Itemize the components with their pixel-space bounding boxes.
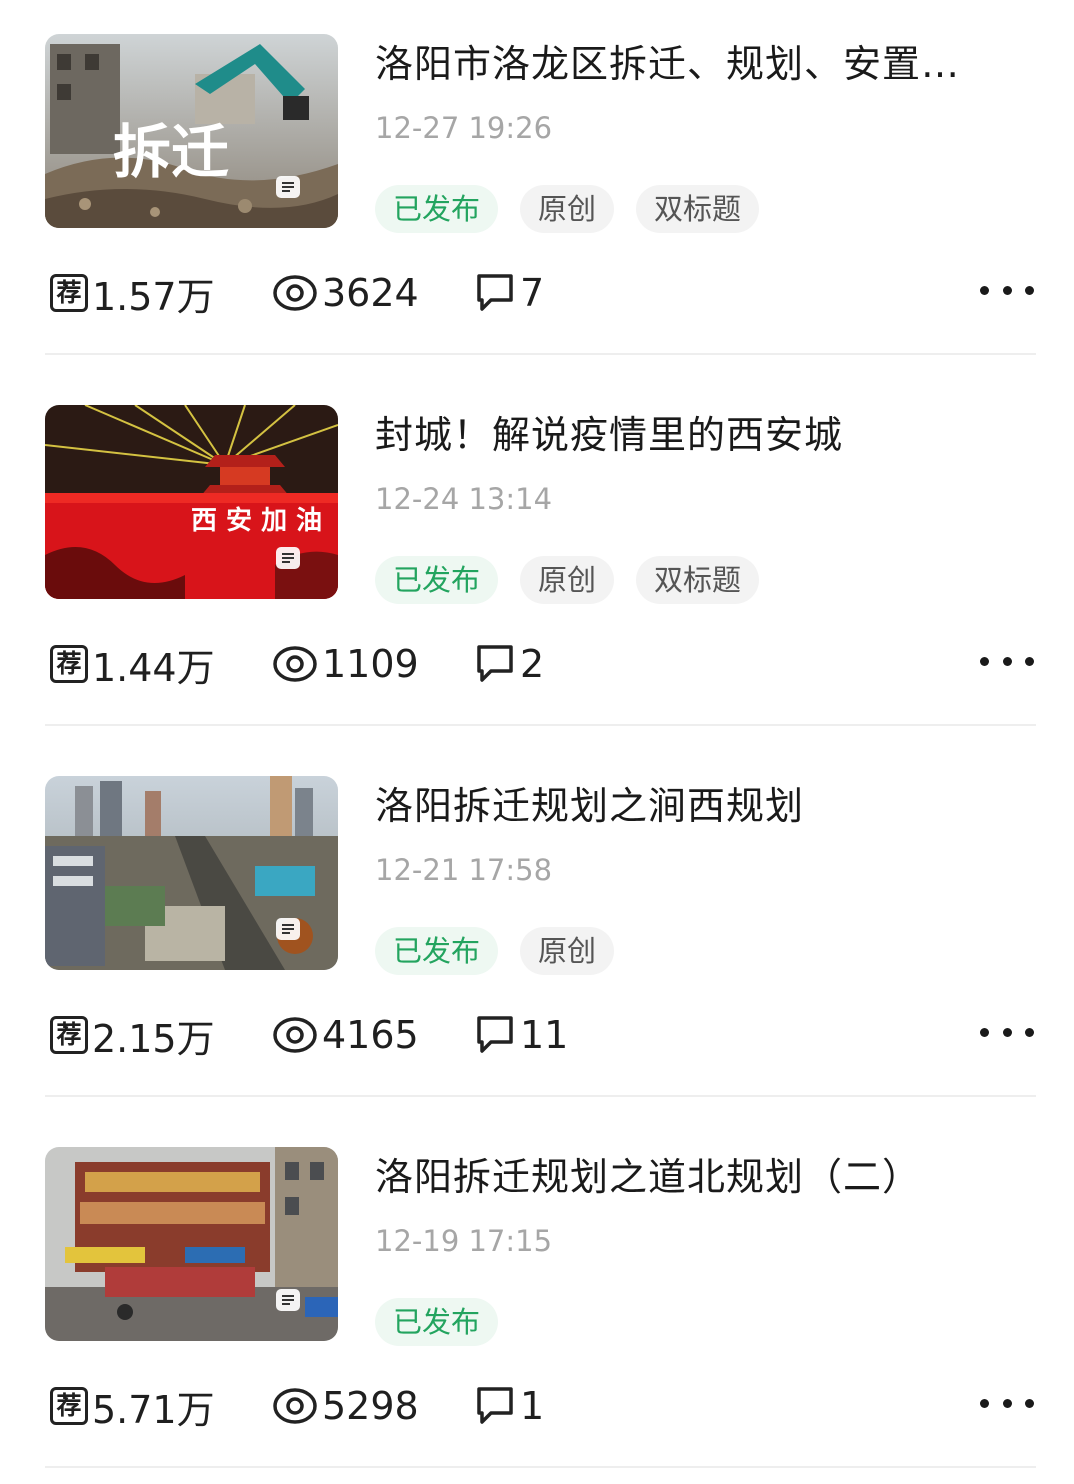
comment-icon	[477, 1387, 513, 1424]
views-count: 5298	[322, 1384, 419, 1428]
article-stats: 荐 5.71万 5298 1	[0, 1376, 1074, 1436]
views-count: 3624	[322, 271, 419, 315]
eye-icon	[273, 1388, 317, 1424]
article-date: 12-27 19:26	[375, 111, 553, 145]
comments-stat[interactable]: 7	[474, 263, 544, 323]
more-options-icon[interactable]	[980, 1025, 1034, 1039]
article-doc-icon	[276, 176, 300, 198]
xian-city-wall-photo: 西 安 加 油	[45, 405, 338, 599]
divider	[45, 724, 1036, 726]
recommend-stat: 荐 1.44万	[50, 634, 215, 694]
article-date: 12-24 13:14	[375, 482, 553, 516]
article-stats: 荐 1.57万 3624 7	[0, 263, 1074, 323]
tag-double-title: 双标题	[636, 185, 760, 233]
article-tags: 已发布 原创 双标题	[375, 185, 760, 233]
article-thumbnail[interactable]	[45, 776, 338, 970]
article-tags: 已发布 原创 双标题	[375, 556, 760, 604]
article-list: 拆迁 洛阳市洛龙区拆迁、规划、安置… 12-27 19:26 已发布 原创 双标…	[0, 0, 1074, 1471]
more-options-icon[interactable]	[980, 1396, 1034, 1410]
article-card[interactable]: 拆迁 洛阳市洛龙区拆迁、规划、安置… 12-27 19:26 已发布 原创 双标…	[0, 0, 1074, 371]
thumbnail-caption: 西 安 加 油	[191, 506, 322, 536]
views-count: 4165	[322, 1013, 419, 1057]
comments-count: 1	[520, 1384, 545, 1428]
recommend-stat: 荐 5.71万	[50, 1376, 215, 1436]
recommend-icon: 荐	[50, 1016, 88, 1054]
eye-icon	[273, 275, 317, 311]
comment-icon	[477, 274, 513, 311]
article-card[interactable]: 洛阳拆迁规划之涧西规划 12-21 17:58 已发布 原创 荐 2.15万 4…	[0, 742, 1074, 1113]
article-thumbnail[interactable]: 拆迁	[45, 34, 338, 228]
demolition-photo: 拆迁	[45, 34, 338, 228]
comments-stat[interactable]: 2	[474, 634, 544, 694]
more-options-icon[interactable]	[980, 654, 1034, 668]
article-card[interactable]: 洛阳拆迁规划之道北规划（二） 12-19 17:15 已发布 荐 5.71万 5…	[0, 1113, 1074, 1484]
article-date: 12-21 17:58	[375, 853, 553, 887]
comments-count: 7	[520, 271, 545, 315]
recommend-icon: 荐	[50, 274, 88, 312]
tag-published: 已发布	[375, 556, 499, 604]
article-tags: 已发布 原创	[375, 927, 615, 975]
eye-icon	[273, 646, 317, 682]
recommend-icon: 荐	[50, 645, 88, 683]
article-stats: 荐 2.15万 4165 11	[0, 1005, 1074, 1065]
tag-published: 已发布	[375, 927, 499, 975]
divider	[45, 353, 1036, 355]
article-title[interactable]: 洛阳市洛龙区拆迁、规划、安置…	[375, 38, 1015, 90]
article-thumbnail[interactable]	[45, 1147, 338, 1341]
recommend-count: 1.57万	[92, 274, 215, 319]
divider	[45, 1095, 1036, 1097]
tag-original: 原创	[520, 927, 615, 975]
comments-count: 2	[520, 642, 545, 686]
recommend-stat: 荐 1.57万	[50, 263, 215, 323]
comment-icon	[477, 645, 513, 682]
eye-icon	[273, 1017, 317, 1053]
tag-original: 原创	[520, 556, 615, 604]
article-thumbnail[interactable]: 西 安 加 油	[45, 405, 338, 599]
article-title[interactable]: 洛阳拆迁规划之道北规划（二）	[375, 1151, 1015, 1203]
views-stat: 5298	[272, 1376, 419, 1436]
article-title[interactable]: 洛阳拆迁规划之涧西规划	[375, 780, 1015, 832]
tag-published: 已发布	[375, 1298, 499, 1346]
recommend-count: 2.15万	[92, 1016, 215, 1061]
article-card[interactable]: 西 安 加 油 封城！解说疫情里的西安城 12-24 13:14 已发布 原创 …	[0, 371, 1074, 742]
tag-double-title: 双标题	[636, 556, 760, 604]
recommend-count: 5.71万	[92, 1387, 215, 1432]
views-stat: 1109	[272, 634, 419, 694]
divider	[45, 1466, 1036, 1468]
more-options-icon[interactable]	[980, 283, 1034, 297]
comments-count: 11	[520, 1013, 569, 1057]
views-count: 1109	[322, 642, 419, 686]
comments-stat[interactable]: 1	[474, 1376, 544, 1436]
article-tags: 已发布	[375, 1298, 499, 1346]
recommend-icon: 荐	[50, 1387, 88, 1425]
views-stat: 3624	[272, 263, 419, 323]
article-stats: 荐 1.44万 1109 2	[0, 634, 1074, 694]
article-title[interactable]: 封城！解说疫情里的西安城	[375, 409, 1015, 461]
comments-stat[interactable]: 11	[474, 1005, 568, 1065]
comment-icon	[477, 1016, 513, 1053]
city-aerial-photo	[45, 776, 338, 970]
recommend-stat: 荐 2.15万	[50, 1005, 215, 1065]
street-market-photo	[45, 1147, 338, 1341]
article-date: 12-19 17:15	[375, 1224, 553, 1258]
thumbnail-caption: 拆迁	[113, 118, 229, 186]
views-stat: 4165	[272, 1005, 419, 1065]
article-doc-icon	[276, 918, 300, 940]
tag-published: 已发布	[375, 185, 499, 233]
article-doc-icon	[276, 547, 300, 569]
recommend-count: 1.44万	[92, 645, 215, 690]
tag-original: 原创	[520, 185, 615, 233]
article-doc-icon	[276, 1289, 300, 1311]
